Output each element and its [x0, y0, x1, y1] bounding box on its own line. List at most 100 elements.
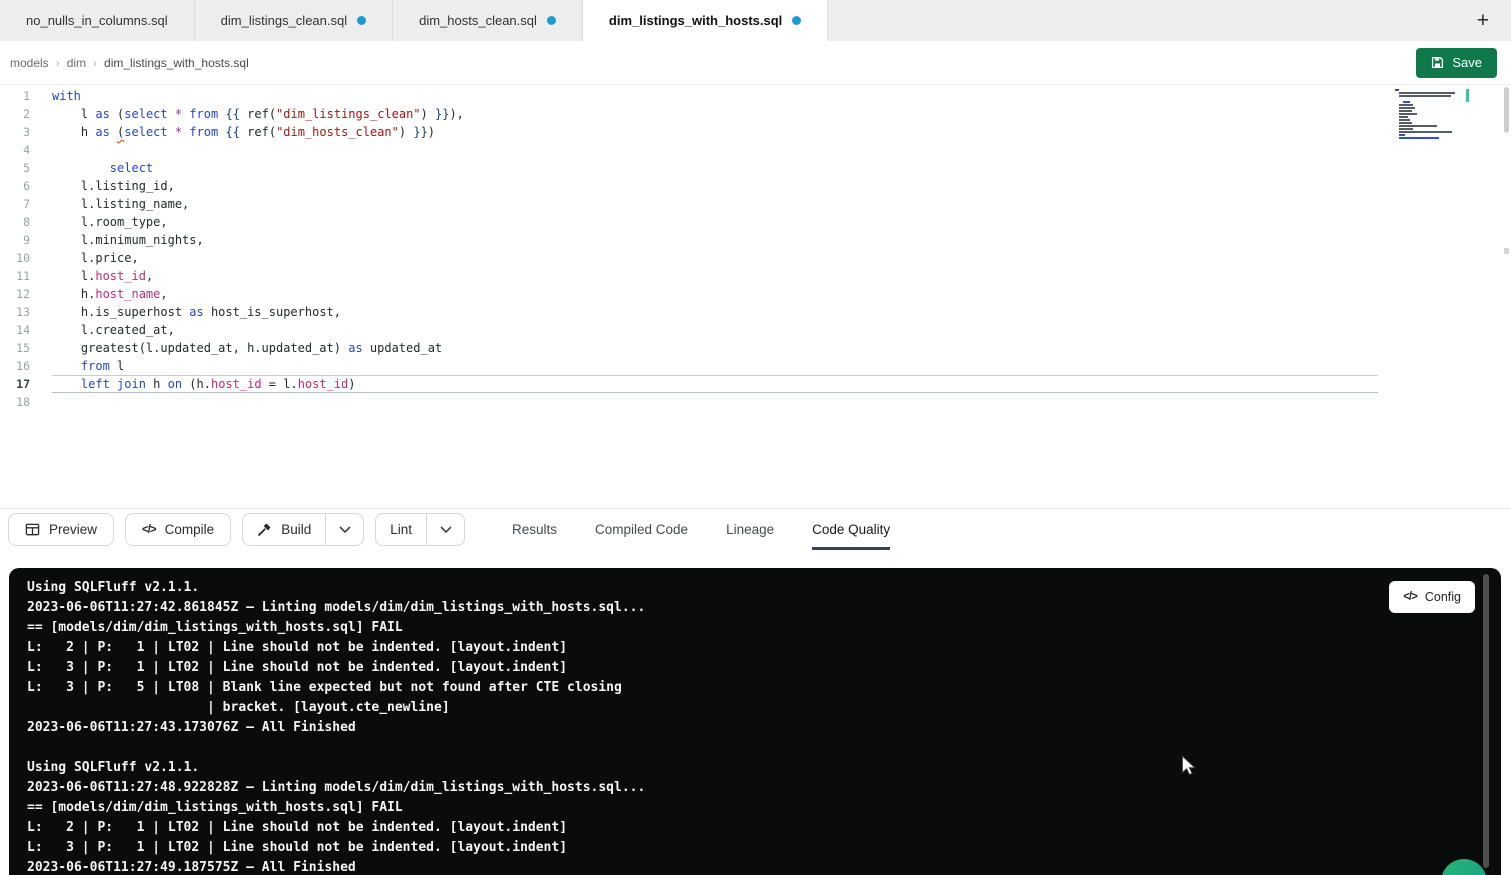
minimap[interactable] [1395, 89, 1465, 143]
code-token: l.minimum_nights, [52, 233, 204, 247]
line-number: 16 [0, 357, 30, 375]
code-token: ) [348, 377, 355, 391]
breadcrumb-item-models[interactable]: models [10, 56, 49, 70]
line-number: 10 [0, 249, 30, 267]
line-number: 14 [0, 321, 30, 339]
terminal-scrollbar-thumb[interactable] [1483, 574, 1489, 868]
build-button[interactable]: Build [243, 514, 325, 545]
minimap-line [1395, 89, 1399, 91]
code-token: host_id [95, 269, 146, 283]
code-token: l.listing_name, [52, 197, 189, 211]
new-tab-button[interactable]: + [1471, 8, 1495, 33]
code-line[interactable]: 18 [0, 393, 1511, 411]
panel-tab-results[interactable]: Results [512, 509, 557, 550]
line-number: 4 [0, 141, 30, 159]
panel-tabs: Results Compiled Code Lineage Code Quality [512, 509, 890, 550]
unsaved-changes-dot-icon [547, 16, 556, 25]
tab-label: no_nulls_in_columns.sql [26, 13, 168, 28]
code-line[interactable]: 15 greatest(l.updated_at, h.updated_at) … [0, 339, 1511, 357]
line-number: 18 [0, 393, 30, 411]
code-line[interactable]: 13 h.is_superhost as host_is_superhost, [0, 303, 1511, 321]
lint-button-label: Lint [390, 522, 412, 537]
preview-button[interactable]: Preview [8, 513, 114, 546]
code-line[interactable]: 4 [0, 141, 1511, 159]
panel-tab-lineage[interactable]: Lineage [726, 509, 774, 550]
line-number: 8 [0, 213, 30, 231]
line-number: 6 [0, 177, 30, 195]
build-button-label: Build [281, 522, 311, 537]
code-lines: 1with2 l as (select * from {{ ref("dim_l… [0, 87, 1511, 411]
preview-button-label: Preview [49, 522, 97, 537]
editor-tab-dim-listings-with-hosts-sql[interactable]: dim_listings_with_hosts.sql [583, 0, 828, 41]
code-line[interactable]: 17 left join h on (h.host_id = l.host_id… [0, 375, 1511, 393]
code-brackets-icon: </> [142, 524, 156, 536]
code-text: l.room_type, [52, 213, 1378, 231]
code-line[interactable]: 7 l.listing_name, [0, 195, 1511, 213]
minimap-line [1399, 113, 1417, 115]
config-button[interactable]: </> Config [1389, 581, 1475, 613]
code-line[interactable]: 2 l as (select * from {{ ref("dim_listin… [0, 105, 1511, 123]
panel-tab-compiled-code[interactable]: Compiled Code [595, 509, 688, 550]
lint-button[interactable]: Lint [376, 514, 426, 545]
code-text: l.minimum_nights, [52, 231, 1378, 249]
line-number: 1 [0, 87, 30, 105]
code-text: h as (select * from {{ ref("dim_hosts_cl… [52, 123, 1378, 141]
code-line[interactable]: 6 l.listing_id, [0, 177, 1511, 195]
terminal-line: Using SQLFluff v2.1.1. [27, 578, 1483, 598]
lint-split-button: Lint [375, 513, 465, 546]
code-line[interactable]: 10 l.price, [0, 249, 1511, 267]
code-token [52, 161, 110, 175]
code-line[interactable]: 11 l.host_id, [0, 267, 1511, 285]
code-line[interactable]: 8 l.room_type, [0, 213, 1511, 231]
build-dropdown-button[interactable] [325, 514, 363, 545]
code-text: l.listing_id, [52, 177, 1378, 195]
code-token: from [81, 359, 110, 373]
breadcrumb-separator: › [56, 56, 60, 70]
code-token: (h. [182, 377, 211, 391]
compile-button[interactable]: </> Compile [125, 513, 231, 546]
code-token: l. [52, 269, 95, 283]
breadcrumb-item-dim[interactable]: dim [67, 56, 86, 70]
save-button-label: Save [1452, 55, 1482, 70]
editor-scrollbar-tick [1504, 248, 1509, 254]
code-line[interactable]: 3 h as (select * from {{ ref("dim_hosts_… [0, 123, 1511, 141]
terminal-line: 2023-06-06T11:27:43.173076Z — All Finish… [27, 718, 1483, 738]
code-token: {{ [225, 107, 239, 121]
code-token: ( [110, 107, 124, 121]
preview-table-icon [25, 522, 40, 537]
code-line[interactable]: 9 l.minimum_nights, [0, 231, 1511, 249]
terminal-line: 2023-06-06T11:27:49.187575Z — All Finish… [27, 858, 1483, 875]
code-line[interactable]: 16 from l [0, 357, 1511, 375]
code-editor[interactable]: 1with2 l as (select * from {{ ref("dim_l… [0, 85, 1511, 509]
code-token: ref( [240, 107, 276, 121]
breadcrumb-item-dim-listings-with-hosts-sql[interactable]: dim_listings_with_hosts.sql [104, 56, 249, 70]
code-line[interactable]: 5 select [0, 159, 1511, 177]
code-token: l [52, 107, 95, 121]
code-line[interactable]: 14 l.created_at, [0, 321, 1511, 339]
code-token: "dim_hosts_clean" [276, 125, 399, 139]
code-text: l.price, [52, 249, 1378, 267]
editor-tab-dim-listings-clean-sql[interactable]: dim_listings_clean.sql [195, 0, 393, 41]
code-line[interactable]: 12 h.host_name, [0, 285, 1511, 303]
terminal-line: 2023-06-06T11:27:42.861845Z — Linting mo… [27, 598, 1483, 618]
code-token: , [146, 269, 153, 283]
lint-dropdown-button[interactable] [426, 514, 464, 545]
editor-tab-no-nulls-in-columns-sql[interactable]: no_nulls_in_columns.sql [0, 0, 195, 41]
line-number: 13 [0, 303, 30, 321]
hammer-icon [257, 522, 272, 537]
code-token: greatest(l.updated_at, h.updated_at) [52, 341, 348, 355]
code-token [52, 377, 81, 391]
terminal-line: L: 3 | P: 5 | LT08 | Blank line expected… [27, 678, 1483, 698]
editor-tab-dim-hosts-clean-sql[interactable]: dim_hosts_clean.sql [393, 0, 583, 41]
code-token: from [189, 107, 218, 121]
panel-tab-code-quality[interactable]: Code Quality [812, 509, 890, 550]
breadcrumb-separator: › [93, 56, 97, 70]
terminal-line: L: 3 | P: 1 | LT02 | Line should not be … [27, 658, 1483, 678]
minimap-line [1399, 92, 1455, 94]
code-line[interactable]: 1with [0, 87, 1511, 105]
code-text: l.listing_name, [52, 195, 1378, 213]
editor-scrollbar-thumb[interactable] [1504, 87, 1509, 133]
minimap-line [1395, 98, 1465, 100]
save-button[interactable]: Save [1416, 48, 1497, 78]
minimap-line [1399, 104, 1413, 106]
